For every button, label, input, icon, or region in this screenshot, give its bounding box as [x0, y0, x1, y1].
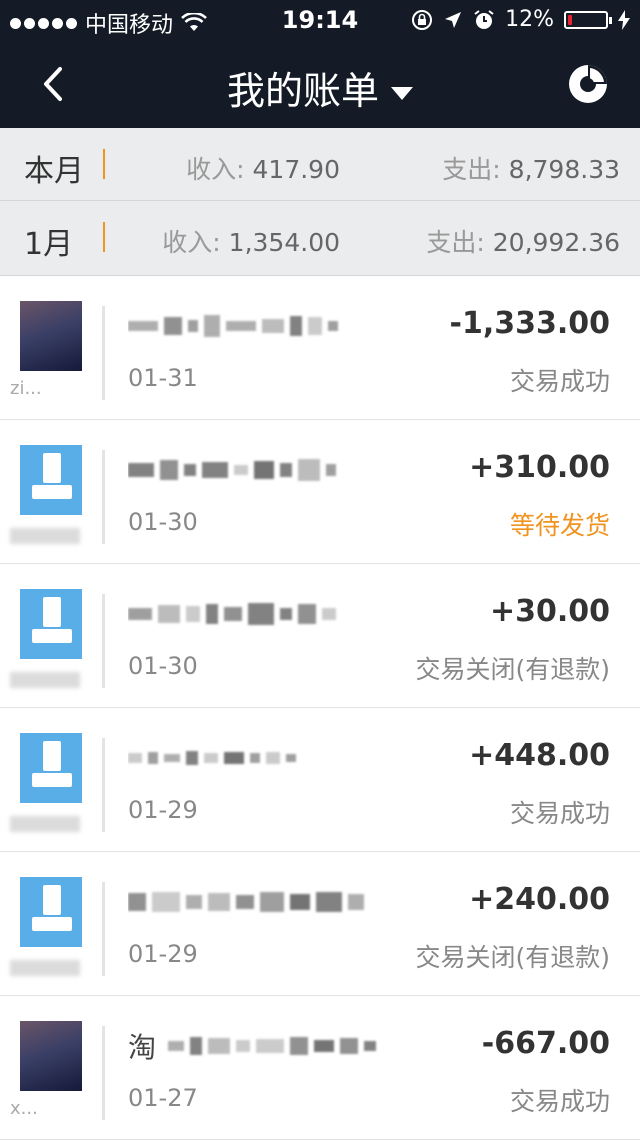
nav-bar: 我的账单 — [0, 40, 640, 128]
transaction-amount: +310.00 — [469, 450, 610, 485]
summary-label: 本月 — [24, 154, 84, 189]
month-summaries: 本月 收入: 417.90 支出: 8,798.33 1月 收入: 1,354.… — [0, 128, 640, 276]
battery-icon — [564, 10, 612, 29]
transaction-status: 交易成功 — [509, 799, 610, 828]
transaction-date: 01-30 — [128, 652, 198, 680]
item-description-redacted — [128, 597, 413, 631]
avatar — [20, 1021, 82, 1091]
pie-chart-icon[interactable] — [568, 64, 608, 104]
item-description-redacted — [128, 885, 413, 919]
location-arrow-icon — [445, 11, 462, 28]
counterparty-name-redacted — [10, 960, 80, 976]
item-description-redacted — [128, 453, 413, 487]
summary-divider — [103, 149, 105, 179]
transaction-date: 01-27 — [128, 1084, 198, 1112]
summary-label: 1月 — [24, 227, 74, 262]
transaction-row[interactable]: 01-29 +240.00 交易关闭(有退款) — [0, 852, 640, 996]
default-avatar-icon — [20, 445, 82, 515]
row-divider — [102, 450, 105, 544]
default-avatar-icon — [20, 877, 82, 947]
transaction-row[interactable]: x... 淘 01-27 -667.00 交易成功 — [0, 996, 640, 1140]
status-bar: 中国移动 19:14 12% — [0, 0, 640, 40]
transaction-row[interactable]: 01-30 +30.00 交易关闭(有退款) — [0, 564, 640, 708]
transaction-amount: +240.00 — [469, 882, 610, 917]
summary-january[interactable]: 1月 收入: 1,354.00 支出: 20,992.36 — [0, 201, 640, 276]
rotation-lock-icon — [412, 9, 433, 30]
counterparty-name: x... — [10, 1098, 38, 1119]
transaction-date: 01-29 — [128, 796, 198, 824]
bolt-icon — [618, 9, 630, 30]
summary-divider — [103, 222, 105, 252]
summary-income: 收入: 417.90 — [186, 155, 340, 184]
transaction-date: 01-29 — [128, 940, 198, 968]
transaction-status: 交易关闭(有退款) — [415, 943, 610, 972]
alarm-icon — [474, 9, 494, 29]
transaction-amount: -1,333.00 — [449, 306, 611, 341]
transaction-row[interactable]: 01-30 +310.00 等待发货 — [0, 420, 640, 564]
row-divider — [102, 306, 105, 400]
transaction-status: 交易成功 — [509, 1087, 610, 1116]
summary-income: 收入: 1,354.00 — [162, 228, 340, 257]
row-divider — [102, 882, 105, 976]
transaction-row[interactable]: zi... 01-31 -1,333.00 交易成功 — [0, 276, 640, 420]
transaction-row[interactable]: 01-29 +448.00 交易成功 — [0, 708, 640, 852]
transaction-amount: +30.00 — [489, 594, 610, 629]
transaction-status: 等待发货 — [509, 511, 610, 540]
page-title: 我的账单 — [226, 69, 379, 113]
row-divider — [102, 594, 105, 688]
transaction-amount: +448.00 — [469, 738, 610, 773]
description-lead: 淘 — [128, 1031, 157, 1063]
default-avatar-icon — [20, 733, 82, 803]
item-description-redacted: 淘 — [128, 1029, 413, 1063]
row-divider — [102, 1026, 105, 1120]
transaction-amount: -667.00 — [481, 1026, 610, 1061]
status-right: 12% — [411, 7, 630, 32]
item-description-redacted — [128, 741, 413, 775]
avatar — [20, 301, 82, 371]
transaction-date: 01-30 — [128, 508, 198, 536]
item-description-redacted — [128, 309, 413, 343]
row-divider — [102, 738, 105, 832]
transaction-list: zi... 01-31 -1,333.00 交易成功 01-30 +310.00 等待发货 0… — [0, 276, 640, 1140]
summary-expense: 支出: 8,798.33 — [442, 155, 620, 184]
default-avatar-icon — [20, 589, 82, 659]
counterparty-name-redacted — [10, 528, 80, 544]
transaction-status: 交易成功 — [509, 367, 610, 396]
page-title-dropdown[interactable]: 我的账单 — [0, 60, 640, 115]
counterparty-name-redacted — [10, 672, 80, 688]
caret-down-icon — [391, 87, 413, 100]
counterparty-name-redacted — [10, 816, 80, 832]
counterparty-name: zi... — [10, 378, 42, 399]
battery-percent: 12% — [505, 7, 554, 32]
summary-current-month[interactable]: 本月 收入: 417.90 支出: 8,798.33 — [0, 128, 640, 201]
transaction-status: 交易关闭(有退款) — [415, 655, 610, 684]
summary-expense: 支出: 20,992.36 — [426, 228, 620, 257]
transaction-date: 01-31 — [128, 364, 198, 392]
